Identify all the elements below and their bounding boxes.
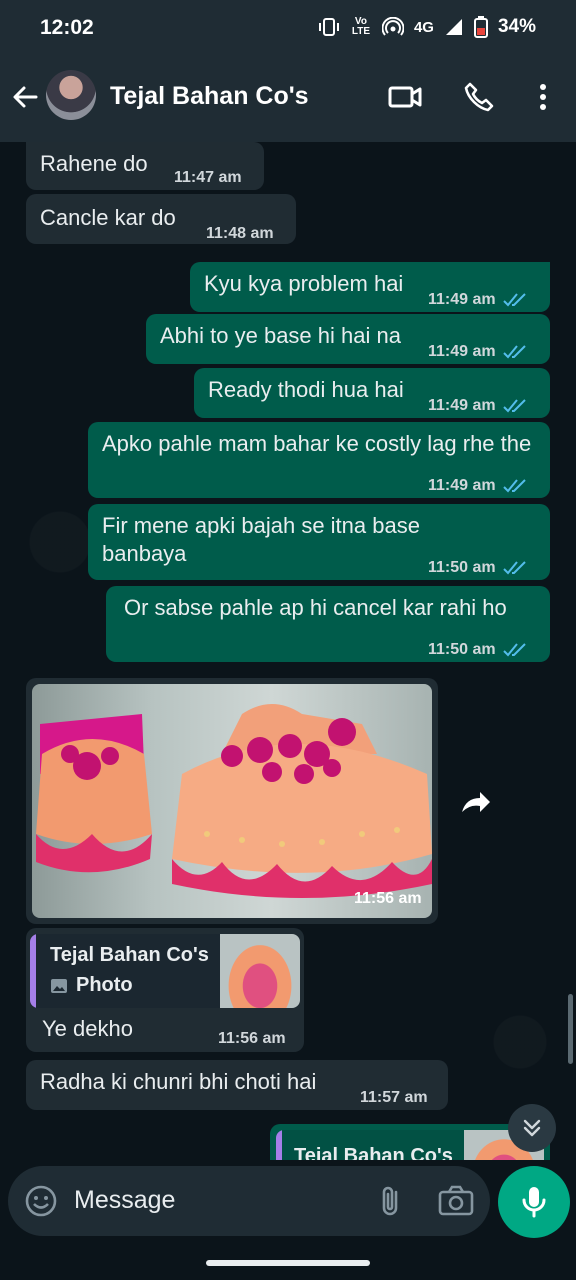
chat-area[interactable]: Rahene do 11:47 am Cancle kar do 11:48 a… bbox=[0, 142, 576, 1160]
message-text: Ye dekho bbox=[42, 1016, 133, 1041]
more-options-icon[interactable] bbox=[526, 80, 560, 114]
message-incoming[interactable]: Radha ki chunri bhi choti hai 11:57 am bbox=[26, 1060, 448, 1110]
battery-icon bbox=[473, 16, 488, 38]
contact-avatar[interactable] bbox=[46, 70, 96, 120]
chat-header: Tejal Bahan Co's bbox=[0, 56, 576, 142]
contact-name[interactable]: Tejal Bahan Co's bbox=[110, 82, 309, 111]
message-outgoing[interactable]: Or sabse pahle ap hi cancel kar rahi ho … bbox=[106, 586, 550, 662]
double-tick-icon bbox=[502, 293, 526, 307]
message-meta: 11:50 am bbox=[428, 554, 528, 582]
quoted-sender: Tejal Bahan Co's bbox=[294, 1145, 453, 1160]
quoted-sender: Tejal Bahan Co's bbox=[50, 944, 209, 966]
message-time: 11:49 am bbox=[428, 397, 496, 414]
message-input[interactable]: Message bbox=[74, 1186, 175, 1215]
message-outgoing[interactable]: Apko pahle mam bahar ke costly lag rhe t… bbox=[88, 422, 550, 498]
forward-icon[interactable] bbox=[456, 782, 496, 822]
photo-time: 11:56 am bbox=[354, 890, 422, 907]
status-bar: 12:02 Vo LTE 4G 34% bbox=[0, 0, 576, 56]
message-meta: 11:49 am bbox=[428, 472, 528, 500]
phone-call-icon[interactable] bbox=[462, 80, 496, 114]
signal-icon bbox=[445, 19, 462, 35]
network-type: 4G bbox=[413, 18, 434, 36]
microphone-icon bbox=[522, 1187, 546, 1218]
message-time: 11:49 am bbox=[428, 343, 496, 360]
message-meta: 11:49 am bbox=[428, 286, 528, 314]
message-time: 11:49 am bbox=[428, 477, 496, 494]
message-incoming[interactable]: Rahene do 11:47 am bbox=[26, 142, 264, 190]
message-input-box[interactable]: Message bbox=[8, 1166, 490, 1236]
message-text: Ready thodi hua hai bbox=[208, 377, 404, 402]
message-time: 11:50 am bbox=[428, 641, 496, 658]
quoted-thumbnail bbox=[220, 934, 300, 1008]
photo-icon bbox=[51, 978, 67, 993]
back-arrow-icon[interactable] bbox=[10, 82, 40, 112]
quote-bar bbox=[30, 934, 36, 1008]
vibrate-icon bbox=[318, 18, 339, 36]
chat-scrollbar[interactable] bbox=[568, 994, 573, 1064]
message-outgoing[interactable]: Kyu kya problem hai 11:49 am bbox=[190, 262, 550, 312]
attach-icon[interactable] bbox=[376, 1184, 406, 1218]
quoted-message: Tejal Bahan Co's bbox=[276, 1130, 544, 1160]
double-tick-icon bbox=[502, 643, 526, 657]
video-call-icon[interactable] bbox=[388, 80, 422, 114]
double-tick-icon bbox=[502, 479, 526, 493]
message-time: 11:57 am bbox=[360, 1089, 428, 1106]
emoji-icon[interactable] bbox=[24, 1184, 58, 1218]
status-icons: Vo LTE 4G 34% bbox=[318, 16, 536, 38]
message-time: 11:47 am bbox=[174, 169, 242, 186]
message-time: 11:56 am bbox=[218, 1030, 286, 1047]
message-outgoing[interactable]: Abhi to ye base hi hai na 11:49 am bbox=[146, 314, 550, 364]
scroll-to-bottom-button[interactable] bbox=[508, 1104, 556, 1152]
camera-icon[interactable] bbox=[438, 1184, 474, 1218]
message-text: Radha ki chunri bhi choti hai bbox=[40, 1069, 317, 1094]
message-meta: 11:50 am bbox=[428, 636, 528, 664]
message-outgoing[interactable]: Ready thodi hua hai 11:49 am bbox=[194, 368, 550, 418]
message-meta: 11:49 am bbox=[428, 338, 528, 366]
status-time: 12:02 bbox=[40, 16, 94, 39]
message-incoming[interactable]: Cancle kar do 11:48 am bbox=[26, 194, 296, 244]
double-tick-icon bbox=[502, 561, 526, 575]
message-meta: 11:49 am bbox=[428, 392, 528, 420]
message-text: Rahene do bbox=[40, 151, 148, 176]
message-time: 11:49 am bbox=[428, 291, 496, 308]
message-time: 11:50 am bbox=[428, 559, 496, 576]
hotspot-icon bbox=[381, 17, 404, 36]
quoted-message[interactable]: Tejal Bahan Co's Photo bbox=[30, 934, 300, 1008]
double-tick-icon bbox=[502, 399, 526, 413]
message-time: 11:48 am bbox=[206, 225, 274, 242]
battery-percent: 34% bbox=[497, 16, 536, 37]
photo-image[interactable]: 11:56 am bbox=[32, 684, 432, 918]
message-outgoing[interactable]: Fir mene apki bajah se itna base banbaya… bbox=[88, 504, 550, 580]
volte-icon: Vo LTE bbox=[351, 16, 371, 37]
message-text: Cancle kar do bbox=[40, 205, 176, 230]
quoted-type: Photo bbox=[50, 974, 133, 997]
voice-message-button[interactable] bbox=[498, 1166, 570, 1238]
dress-photo-illustration bbox=[36, 704, 432, 898]
home-indicator[interactable] bbox=[206, 1260, 370, 1266]
message-text: Or sabse pahle ap hi cancel kar rahi ho bbox=[124, 595, 507, 620]
photo-message[interactable]: 11:56 am bbox=[26, 678, 438, 924]
message-text: Kyu kya problem hai bbox=[204, 271, 404, 296]
message-text: Abhi to ye base hi hai na bbox=[160, 323, 401, 348]
double-tick-icon bbox=[502, 345, 526, 359]
message-text: Apko pahle mam bahar ke costly lag rhe t… bbox=[102, 431, 532, 456]
double-chevron-down-icon bbox=[523, 1119, 541, 1137]
composer-bar: Message bbox=[0, 1160, 576, 1280]
